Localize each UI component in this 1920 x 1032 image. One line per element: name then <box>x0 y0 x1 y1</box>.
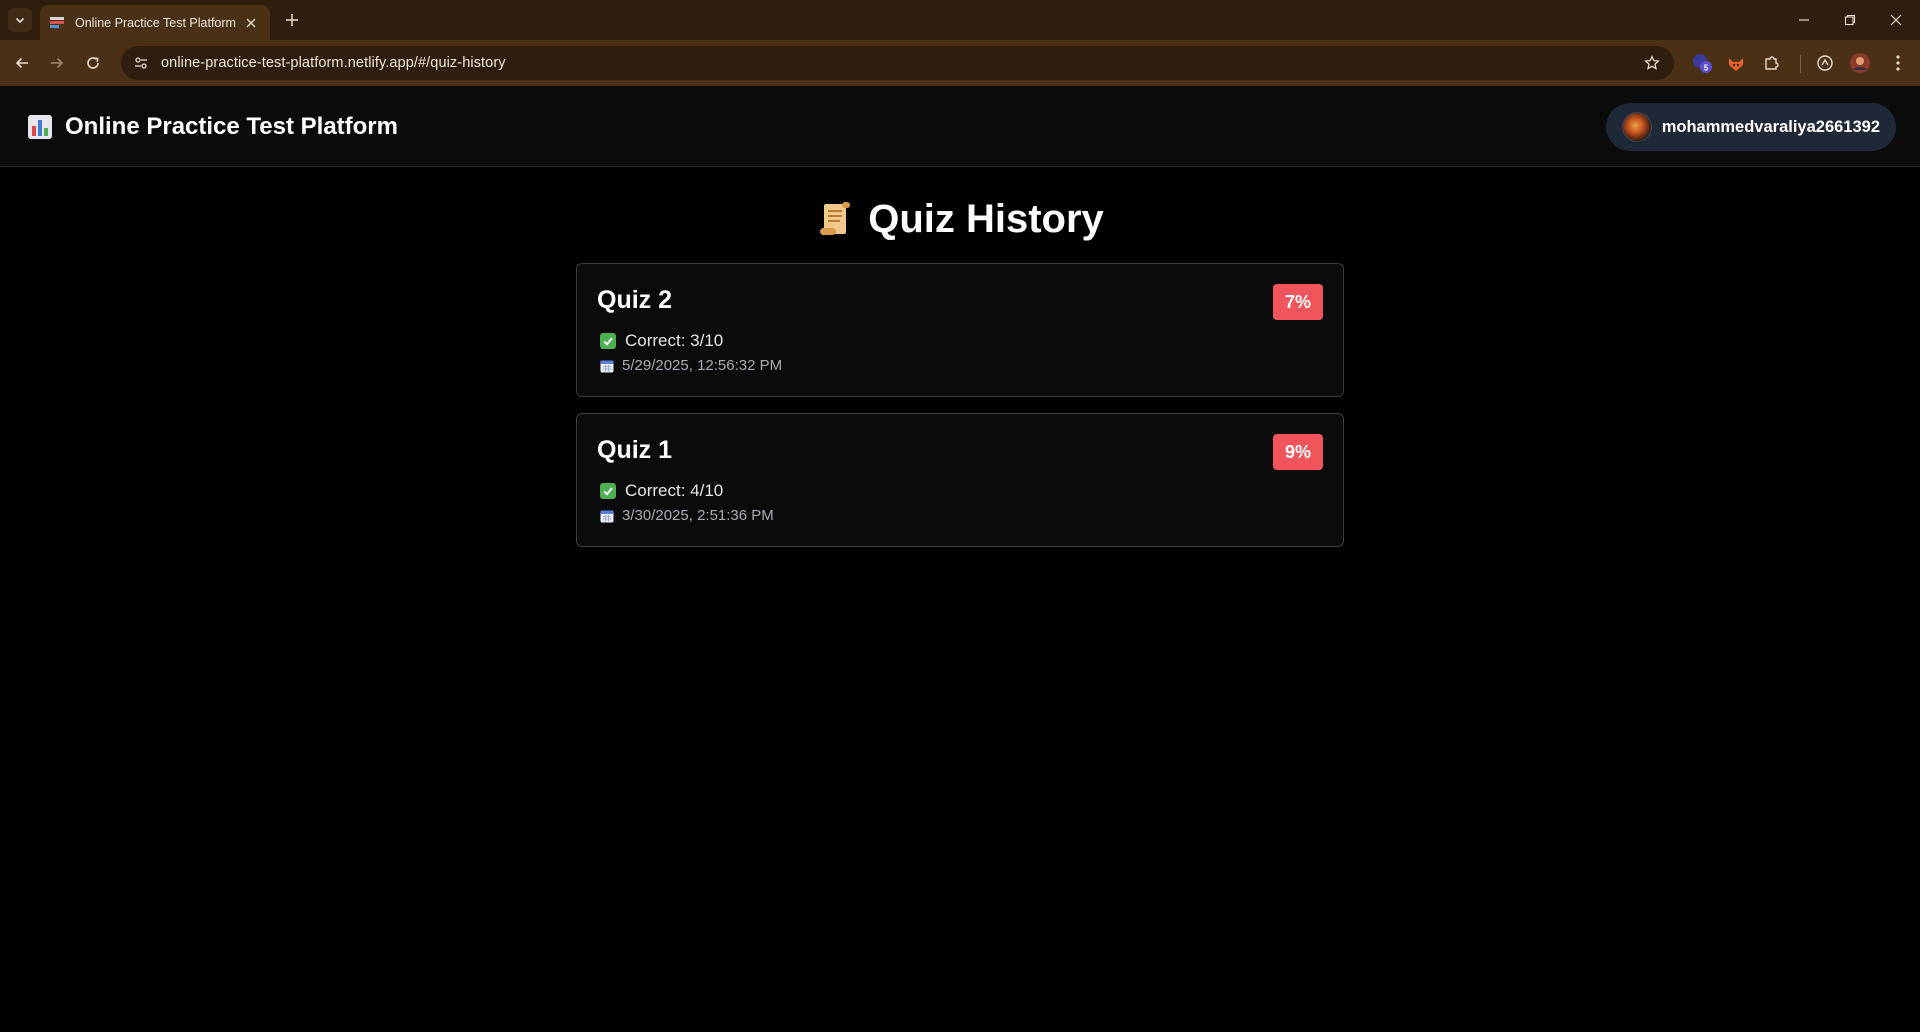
tab-close-icon[interactable] <box>242 14 260 32</box>
site-info-icon[interactable] <box>127 49 155 77</box>
tab-title: Online Practice Test Platform <box>75 15 236 30</box>
correct-row: Correct: 3/10 <box>600 331 723 351</box>
avatar <box>1621 112 1652 142</box>
quiz-history-list: Quiz 2 7% Correct: 3/10 5/29/2025, 12:56… <box>576 263 1344 563</box>
brand[interactable]: Online Practice Test Platform <box>27 86 398 167</box>
user-menu-button[interactable]: mohammedvaraliya2661392 <box>1605 103 1896 151</box>
quiz-card[interactable]: Quiz 1 9% Correct: 4/10 3/30/2025, 2:51:… <box>576 413 1344 547</box>
fox-extension-icon[interactable] <box>1724 51 1748 75</box>
username: mohammedvaraliya2661392 <box>1661 117 1880 136</box>
correct-row: Correct: 4/10 <box>600 481 723 501</box>
date-row: 3/30/2025, 2:51:36 PM <box>600 507 774 524</box>
correct-count: Correct: 3/10 <box>625 331 724 350</box>
brand-title: Online Practice Test Platform <box>65 112 398 140</box>
check-mark-icon <box>600 333 616 349</box>
toolbar-divider <box>1800 55 1801 73</box>
forward-icon[interactable] <box>41 47 73 79</box>
back-icon[interactable] <box>6 47 38 79</box>
correct-count: Correct: 4/10 <box>625 481 724 500</box>
close-window-icon[interactable] <box>1873 0 1919 40</box>
tab-search-chevron-icon[interactable] <box>8 8 32 32</box>
browser-toolbar: online-practice-test-platform.netlify.ap… <box>0 40 1920 86</box>
quiz-date: 5/29/2025, 12:56:32 PM <box>622 357 783 374</box>
bar-chart-icon <box>28 114 52 139</box>
page-title-text: Quiz History <box>868 196 1104 241</box>
extension-badge-icon[interactable]: 5 <box>1690 51 1714 75</box>
profile-avatar-icon[interactable] <box>1848 51 1872 75</box>
browser-tab-strip: Online Practice Test Platform <box>0 0 1920 40</box>
minimize-icon[interactable] <box>1781 0 1827 40</box>
quiz-date: 3/30/2025, 2:51:36 PM <box>622 507 774 524</box>
tab-favicon-icon <box>50 16 64 28</box>
quiz-name: Quiz 2 <box>597 286 673 314</box>
score-badge: 9% <box>1272 434 1323 470</box>
page-title: Quiz History <box>0 194 1920 244</box>
check-mark-icon <box>600 483 616 499</box>
reload-icon[interactable] <box>77 47 109 79</box>
app-header: Online Practice Test Platform mohammedva… <box>0 86 1920 167</box>
calendar-icon <box>600 510 614 522</box>
scroll-icon <box>820 202 851 235</box>
restore-icon[interactable] <box>1827 0 1873 40</box>
quiz-name: Quiz 1 <box>597 436 673 464</box>
new-tab-icon[interactable] <box>280 8 304 32</box>
bookmark-star-icon[interactable] <box>1642 53 1662 73</box>
quiz-card[interactable]: Quiz 2 7% Correct: 3/10 5/29/2025, 12:56… <box>576 263 1344 397</box>
score-badge: 7% <box>1272 284 1323 320</box>
extension-badge-count: 5 <box>1704 64 1709 73</box>
calendar-icon <box>600 360 614 372</box>
puzzle-extensions-icon[interactable] <box>1760 51 1784 75</box>
date-row: 5/29/2025, 12:56:32 PM <box>600 357 782 374</box>
sync-icon[interactable] <box>1813 51 1837 75</box>
address-bar[interactable]: online-practice-test-platform.netlify.ap… <box>121 46 1674 80</box>
url-text: online-practice-test-platform.netlify.ap… <box>161 55 506 71</box>
browser-tab[interactable]: Online Practice Test Platform <box>40 5 270 40</box>
browser-menu-icon[interactable] <box>1886 51 1910 75</box>
